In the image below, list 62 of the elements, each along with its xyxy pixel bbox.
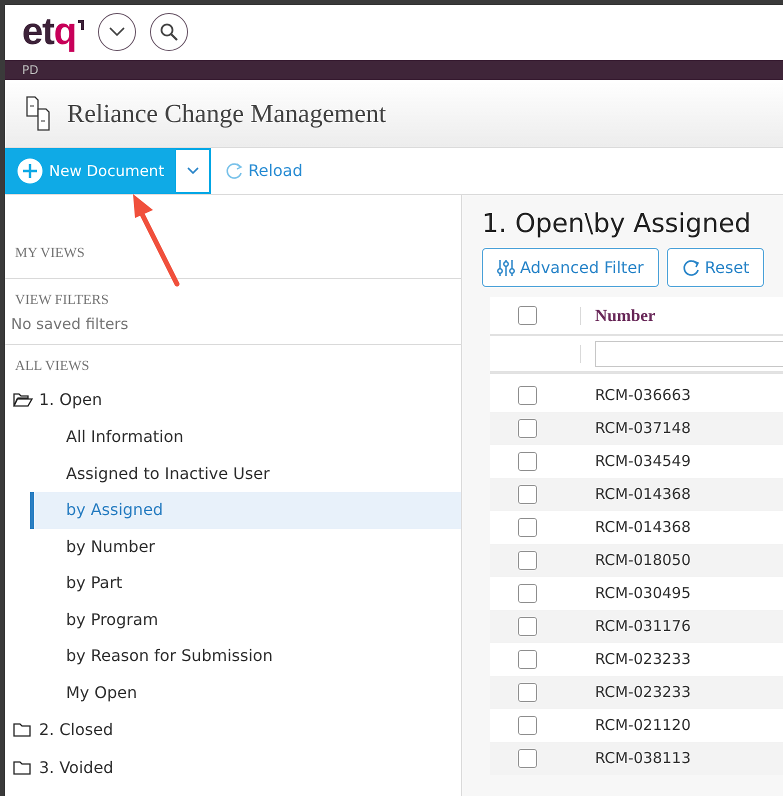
logo-mark-icon xyxy=(78,20,84,30)
checkbox[interactable] xyxy=(518,306,537,326)
dropdown-button[interactable] xyxy=(98,12,136,50)
sliders-icon xyxy=(497,258,515,277)
app-title: Reliance Change Management xyxy=(67,98,386,130)
reload-button[interactable]: Reload xyxy=(211,148,317,194)
checkbox[interactable] xyxy=(518,518,537,538)
tree-folder[interactable]: 1. Open xyxy=(5,381,461,419)
view-title: 1. Open\by Assigned xyxy=(482,209,752,240)
table-cell: RCM-023233 xyxy=(595,683,691,702)
tree-item[interactable]: My Open xyxy=(30,674,461,711)
table-cell: RCM-023233 xyxy=(595,650,691,668)
reset-icon xyxy=(682,258,700,277)
section-heading: MY VIEWS xyxy=(14,245,86,263)
table-cell: RCM-030495 xyxy=(595,584,691,602)
dropdown-toggle[interactable] xyxy=(174,148,212,194)
table-cell: RCM-034549 xyxy=(595,452,691,470)
section-heading: VIEW FILTERS xyxy=(14,292,110,310)
plus-icon xyxy=(17,158,43,184)
caret-icon xyxy=(186,167,199,175)
checkbox[interactable] xyxy=(518,419,537,438)
table-cell: RCM-031176 xyxy=(595,617,691,636)
table-cell: RCM-036663 xyxy=(595,386,691,404)
folder-icon xyxy=(13,722,33,738)
tree-folder[interactable]: 3. Voided xyxy=(5,749,461,787)
open-folder-icon xyxy=(13,392,33,408)
checkbox[interactable] xyxy=(518,683,537,702)
table-cell: RCM-037148 xyxy=(595,419,691,438)
checkbox[interactable] xyxy=(518,452,537,472)
tree-item[interactable]: by Number xyxy=(30,528,461,565)
table-cell: RCM-014368 xyxy=(595,485,691,504)
checkbox[interactable] xyxy=(518,617,537,636)
search-button[interactable] xyxy=(150,12,188,50)
refresh-icon xyxy=(225,162,244,180)
checkbox[interactable] xyxy=(518,716,537,736)
toolbar-button[interactable]: Reset xyxy=(666,248,764,288)
tree-folder[interactable]: 2. Closed xyxy=(5,711,461,749)
tree-item[interactable]: Assigned to Inactive User xyxy=(30,456,461,492)
checkbox[interactable] xyxy=(518,650,537,670)
section-heading: ALL VIEWS xyxy=(14,358,90,376)
empty-message: No saved filters xyxy=(10,314,130,335)
toolbar-button[interactable]: Advanced Filter xyxy=(482,248,659,288)
tree-item[interactable]: by Reason for Submission xyxy=(30,638,461,674)
checkbox[interactable] xyxy=(518,485,537,504)
table-cell: RCM-021120 xyxy=(595,716,691,734)
checkbox[interactable] xyxy=(518,749,537,768)
tree-item[interactable]: by Program xyxy=(30,602,461,638)
table-cell: RCM-038113 xyxy=(595,749,691,768)
column-header[interactable]: Number xyxy=(595,306,656,325)
checkbox[interactable] xyxy=(518,551,537,570)
workspace-label: PD xyxy=(22,63,38,77)
logo: etq xyxy=(22,12,76,50)
tree-item[interactable]: by Part xyxy=(30,565,461,602)
checkbox[interactable] xyxy=(518,386,537,406)
checkbox[interactable] xyxy=(518,584,537,604)
tree-item[interactable]: All Information xyxy=(30,419,461,456)
table-cell: RCM-018050 xyxy=(595,551,691,570)
search-icon xyxy=(160,22,178,40)
tree-item[interactable]: by Assigned xyxy=(30,492,461,528)
table-cell: RCM-014368 xyxy=(595,518,691,536)
chevron-down-icon xyxy=(109,26,126,36)
folder-icon xyxy=(13,760,33,776)
